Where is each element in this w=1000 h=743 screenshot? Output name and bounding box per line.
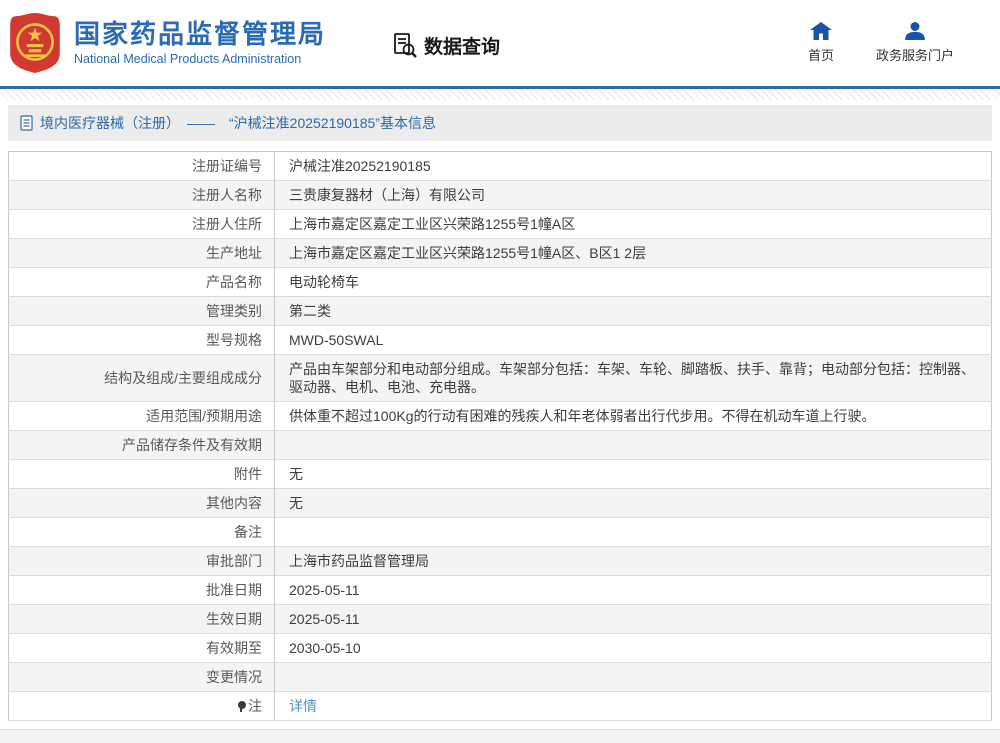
row-value xyxy=(275,663,992,692)
row-label: 注册人名称 xyxy=(8,180,275,210)
table-row: 审批部门 上海市药品监督管理局 xyxy=(8,546,992,576)
row-value: 2030-05-10 xyxy=(289,640,361,656)
top-nav: 首页 政务服务门户 xyxy=(808,22,972,64)
data-query-label: 数据查询 xyxy=(424,36,501,58)
table-row: 结构及组成/主要组成成分 产品由车架部分和电动部分组成。车架部分包括：车架、车轮、… xyxy=(8,354,992,402)
row-label: 变更情况 xyxy=(8,662,275,692)
row-value: 无 xyxy=(289,495,303,511)
row-value: 电动轮椅车 xyxy=(289,274,359,290)
table-row: 注详情 xyxy=(8,691,992,721)
home-icon xyxy=(809,22,832,40)
data-query-section: 数据查询 xyxy=(392,32,500,59)
site-header: 国家药品监督管理局 National Medical Products Admi… xyxy=(0,0,1000,86)
row-value: 2025-05-11 xyxy=(289,611,360,627)
user-icon xyxy=(905,22,925,40)
nav-home[interactable]: 首页 xyxy=(808,22,834,64)
row-label: 备注 xyxy=(8,517,275,547)
row-value xyxy=(275,431,992,460)
nmpa-logo[interactable]: 国家药品监督管理局 National Medical Products Admi… xyxy=(8,12,326,74)
table-row: 适用范围/预期用途 供体重不超过100Kg的行动有困难的残疾人和年老体弱者出行代步… xyxy=(8,401,992,431)
row-value: 上海市药品监督管理局 xyxy=(289,553,429,569)
row-value: 沪械注准20252190185 xyxy=(289,158,431,174)
row-label: 生产地址 xyxy=(8,238,275,268)
row-label: 产品名称 xyxy=(8,267,275,297)
row-label: 产品储存条件及有效期 xyxy=(8,430,275,460)
nav-portal[interactable]: 政务服务门户 xyxy=(876,22,954,64)
document-icon xyxy=(20,115,33,131)
footer-strip xyxy=(0,729,1000,743)
page: 国家药品监督管理局 National Medical Products Admi… xyxy=(0,0,1000,743)
table-row: 产品储存条件及有效期 xyxy=(8,430,992,460)
row-value: MWD-50SWAL xyxy=(289,332,384,348)
table-row: 产品名称 电动轮椅车 xyxy=(8,267,992,297)
org-name-cn: 国家药品监督管理局 xyxy=(74,18,327,49)
row-value: 三贵康复器材（上海）有限公司 xyxy=(289,187,485,203)
row-value: 2025-05-11 xyxy=(289,582,360,598)
hatch-band xyxy=(0,89,1000,100)
row-label: 注册人住所 xyxy=(8,209,275,239)
table-row: 其他内容无 xyxy=(8,488,992,518)
row-label: 注 xyxy=(8,691,275,721)
table-row: 批准日期 2025-05-11 xyxy=(8,575,992,605)
row-value: 第二类 xyxy=(289,303,331,319)
table-row: 注册人名称 三贵康复器材（上海）有限公司 xyxy=(8,180,992,210)
row-label: 适用范围/预期用途 xyxy=(8,401,275,431)
row-label: 生效日期 xyxy=(8,604,275,634)
info-table-body: 注册证编号 沪械注准20252190185 注册人名称 三贵康复器材（上海）有限公司注… xyxy=(8,151,992,721)
national-emblem-icon xyxy=(8,12,62,74)
table-row: 备注 xyxy=(8,517,992,547)
row-label: 附件 xyxy=(8,459,275,489)
table-row: 变更情况 xyxy=(8,662,992,692)
table-row: 有效期至 2030-05-10 xyxy=(8,633,992,663)
row-value: 无 xyxy=(289,466,303,482)
table-row: 注册人住所 上海市嘉定区嘉定工业区兴荣路1255号1幢A区 xyxy=(8,209,992,239)
breadcrumb-text: 境内医疗器械（注册） —— “沪械注准20252190185”基本信息 xyxy=(40,115,436,131)
row-value: 产品由车架部分和电动部分组成。车架部分包括：车架、车轮、脚踏板、扶手、靠背；电动… xyxy=(289,361,975,395)
row-value: 上海市嘉定区嘉定工业区兴荣路1255号1幢A区、B区1 2层 xyxy=(289,245,647,261)
row-value: 上海市嘉定区嘉定工业区兴荣路1255号1幢A区 xyxy=(289,216,576,232)
row-value: 供体重不超过100Kg的行动有困难的残疾人和年老体弱者出行代步用。不得在机动车道… xyxy=(289,408,876,424)
breadcrumb: 境内医疗器械（注册） —— “沪械注准20252190185”基本信息 xyxy=(8,105,992,141)
org-name-en: National Medical Products Administration xyxy=(74,52,302,67)
data-query-icon xyxy=(392,32,418,58)
table-row: 管理类别 第二类 xyxy=(8,296,992,326)
row-label: 其他内容 xyxy=(8,488,275,518)
nav-portal-label: 政务服务门户 xyxy=(875,48,954,63)
org-title-block: 国家药品监督管理局 National Medical Products Admi… xyxy=(74,18,327,67)
table-row: 附件无 xyxy=(8,459,992,489)
row-label: 管理类别 xyxy=(8,296,275,326)
row-label: 有效期至 xyxy=(8,633,275,663)
table-row: 生效日期 2025-05-11 xyxy=(8,604,992,634)
info-table: 注册证编号 沪械注准20252190185 注册人名称 三贵康复器材（上海）有限公司注… xyxy=(8,151,992,721)
row-label: 注册证编号 xyxy=(8,151,275,181)
pin-icon xyxy=(237,701,246,712)
nav-home-label: 首页 xyxy=(807,48,834,63)
row-label: 批准日期 xyxy=(8,575,275,605)
row-label: 结构及组成/主要组成成分 xyxy=(8,354,275,402)
table-row: 生产地址 上海市嘉定区嘉定工业区兴荣路1255号1幢A区、B区1 2层 xyxy=(8,238,992,268)
row-value xyxy=(275,518,992,547)
table-row: 注册证编号 沪械注准20252190185 xyxy=(8,151,992,181)
detail-link[interactable]: 详情 xyxy=(289,698,317,714)
row-label: 型号规格 xyxy=(8,325,275,355)
row-value: 详情 xyxy=(275,692,992,721)
table-row: 型号规格 MWD-50SWAL xyxy=(8,325,992,355)
row-label: 审批部门 xyxy=(8,546,275,576)
